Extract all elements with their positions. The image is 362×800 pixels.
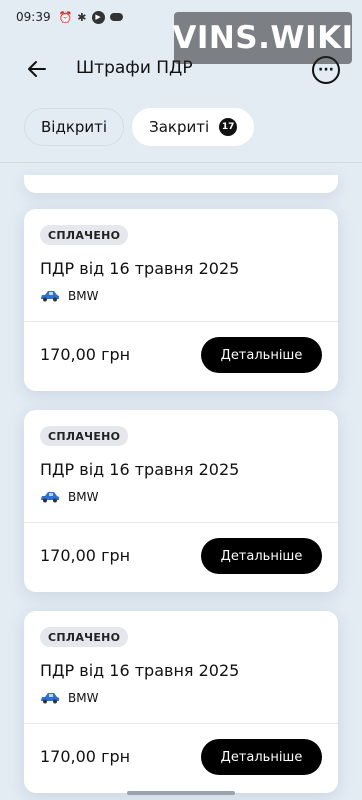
- tab-closed[interactable]: Закриті 17: [132, 108, 255, 146]
- watermark-logo: VINS.WIKI: [172, 12, 353, 64]
- vehicle-row: BMW: [40, 691, 98, 705]
- status-time: 09:39: [16, 10, 51, 24]
- back-button[interactable]: [22, 54, 52, 84]
- fine-card: СПЛАЧЕНО ПДР від 16 травня 2025 BMW 170,…: [24, 209, 338, 391]
- fine-title: ПДР від 16 травня 2025: [40, 661, 240, 680]
- tab-label: Закриті: [149, 118, 210, 136]
- fine-title: ПДР від 16 травня 2025: [40, 259, 240, 278]
- card-divider: [24, 522, 338, 523]
- card-divider: [24, 321, 338, 322]
- vehicle-name: BMW: [68, 490, 99, 504]
- arrow-left-icon: [28, 61, 46, 77]
- fine-amount: 170,00 грн: [40, 345, 131, 364]
- car-icon: [41, 492, 59, 503]
- more-horizontal-icon: ···: [318, 62, 334, 78]
- vehicle-row: BMW: [40, 490, 98, 504]
- fine-title: ПДР від 16 травня 2025: [40, 460, 240, 479]
- filter-tabs: Відкриті Закриті 17: [24, 108, 255, 146]
- bluetooth-icon: ✱: [77, 10, 87, 24]
- tab-label: Відкриті: [41, 118, 108, 136]
- fine-amount: 170,00 грн: [40, 546, 131, 565]
- status-badge: СПЛАЧЕНО: [40, 627, 129, 647]
- vehicle-name: BMW: [68, 289, 99, 303]
- vehicle-row: BMW: [40, 289, 98, 303]
- tab-open[interactable]: Відкриті: [24, 108, 125, 146]
- details-button[interactable]: Детальніше: [201, 739, 322, 775]
- fine-amount: 170,00 грн: [40, 747, 131, 766]
- card-divider: [24, 723, 338, 724]
- play-icon: ▶: [91, 10, 105, 24]
- home-indicator[interactable]: [127, 791, 235, 795]
- fine-card: СПЛАЧЕНО ПДР від 16 травня 2025 BMW 170,…: [24, 410, 338, 592]
- car-icon: [41, 291, 59, 302]
- details-button[interactable]: Детальніше: [201, 337, 322, 373]
- details-button[interactable]: Детальніше: [201, 538, 322, 574]
- status-badge: СПЛАЧЕНО: [40, 225, 129, 245]
- fine-card-partial: [24, 175, 338, 193]
- alarm-icon: ⏰: [58, 10, 73, 24]
- car-icon: [41, 693, 59, 704]
- fines-list: СПЛАЧЕНО ПДР від 16 травня 2025 BMW 170,…: [0, 163, 362, 800]
- cloud-icon: [109, 13, 123, 21]
- status-badge: СПЛАЧЕНО: [40, 426, 129, 446]
- vehicle-name: BMW: [68, 691, 99, 705]
- fine-card: СПЛАЧЕНО ПДР від 16 травня 2025 BMW 170,…: [24, 611, 338, 793]
- count-badge: 17: [219, 118, 238, 136]
